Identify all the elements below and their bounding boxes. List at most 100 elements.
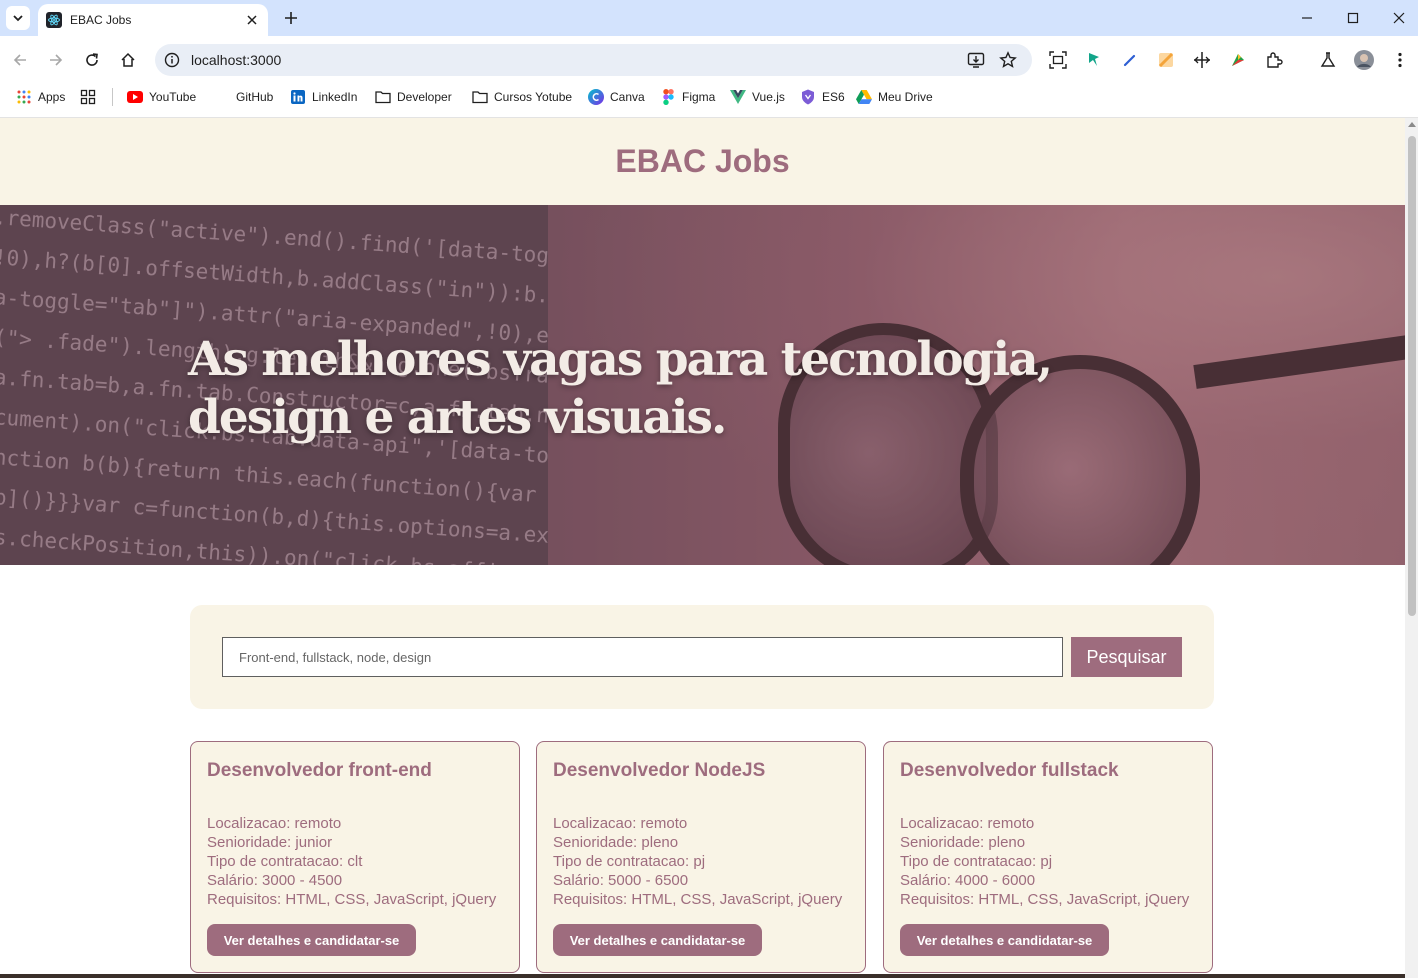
bookmark-canva[interactable]: Canva bbox=[588, 89, 645, 105]
tab-title: EBAC Jobs bbox=[70, 13, 132, 27]
job-requirements: Requisitos: HTML, CSS, JavaScript, jQuer… bbox=[207, 891, 497, 908]
job-contract-type: Tipo de contratacao: clt bbox=[207, 853, 363, 870]
tab-groups-icon bbox=[80, 89, 96, 105]
ruler-extension-icon[interactable] bbox=[1192, 50, 1212, 70]
search-input[interactable]: Front-end, fullstack, node, design bbox=[222, 637, 1063, 677]
search-panel: Front-end, fullstack, node, design Pesqu… bbox=[190, 605, 1214, 709]
job-card: Desenvolvedor fullstack Localizacao: rem… bbox=[883, 741, 1213, 973]
job-contract-type: Tipo de contratacao: pj bbox=[553, 853, 706, 870]
job-title: Desenvolvedor NodeJS bbox=[553, 760, 766, 781]
bookmark-youtube[interactable]: YouTube bbox=[127, 89, 196, 105]
menu-kebab-icon[interactable] bbox=[1390, 50, 1410, 70]
minimize-icon bbox=[1302, 17, 1312, 19]
address-bar[interactable] bbox=[155, 44, 1032, 76]
close-icon bbox=[1393, 12, 1405, 24]
new-tab-button[interactable] bbox=[280, 7, 302, 29]
bookmark-es6[interactable]: ES6 bbox=[800, 89, 845, 105]
bookmark-label: Apps bbox=[38, 90, 66, 104]
back-button[interactable] bbox=[8, 48, 32, 72]
bookmark-label: LinkedIn bbox=[312, 90, 358, 104]
apply-button[interactable]: Ver detalhes e candidatar-se bbox=[553, 924, 762, 956]
job-info: Localizacao: remoto Senioridade: pleno T… bbox=[900, 814, 1189, 909]
youtube-icon bbox=[127, 89, 143, 105]
apply-button[interactable]: Ver detalhes e candidatar-se bbox=[207, 924, 416, 956]
job-location: Localizacao: remoto bbox=[900, 815, 1035, 832]
bookmark-developer[interactable]: Developer bbox=[375, 89, 452, 105]
job-card: Desenvolvedor NodeJS Localizacao: remoto… bbox=[536, 741, 866, 973]
bookmark-label: GitHub bbox=[236, 90, 274, 104]
bookmark-label: ES6 bbox=[822, 90, 845, 104]
google-drive-icon bbox=[856, 89, 872, 105]
job-salary: Salário: 4000 - 6000 bbox=[900, 872, 1036, 889]
forward-button[interactable] bbox=[44, 48, 68, 72]
job-location: Localizacao: remoto bbox=[553, 815, 688, 832]
bookmark-vuejs[interactable]: Vue.js bbox=[730, 89, 785, 105]
home-button[interactable] bbox=[116, 48, 140, 72]
install-app-icon[interactable] bbox=[966, 50, 986, 70]
arrow-right-icon bbox=[50, 54, 63, 66]
job-title: Desenvolvedor front-end bbox=[207, 760, 432, 781]
bookmark-meu-drive[interactable]: Meu Drive bbox=[856, 89, 933, 105]
bookmark-star-icon[interactable] bbox=[998, 50, 1018, 70]
close-tab-icon[interactable] bbox=[244, 12, 260, 28]
bookmark-apps[interactable]: Apps bbox=[16, 89, 65, 105]
github-icon bbox=[214, 89, 230, 105]
scrollbar-thumb[interactable] bbox=[1408, 136, 1416, 616]
screenshot-extension-icon[interactable] bbox=[1048, 50, 1068, 70]
tab-search-button[interactable] bbox=[6, 6, 30, 30]
job-requirements: Requisitos: HTML, CSS, JavaScript, jQuer… bbox=[553, 891, 843, 908]
bookmark-figma[interactable]: Figma bbox=[660, 89, 715, 105]
profile-avatar[interactable] bbox=[1354, 50, 1374, 70]
job-requirements: Requisitos: HTML, CSS, JavaScript, jQuer… bbox=[900, 891, 1190, 908]
apply-button[interactable]: Ver detalhes e candidatar-se bbox=[900, 924, 1109, 956]
figma-icon bbox=[660, 89, 676, 105]
canva-icon bbox=[588, 89, 604, 105]
bookmark-label: Canva bbox=[610, 90, 645, 104]
bookmark-label: Vue.js bbox=[752, 90, 785, 104]
bookmark-tab-groups[interactable] bbox=[80, 89, 102, 105]
job-seniority: Senioridade: junior bbox=[207, 834, 333, 851]
scroll-up-arrow-icon[interactable] bbox=[1408, 122, 1416, 127]
bookmark-label: Meu Drive bbox=[878, 90, 933, 104]
maximize-icon bbox=[1347, 12, 1359, 24]
job-card: Desenvolvedor front-end Localizacao: rem… bbox=[190, 741, 520, 973]
taskbar-edge bbox=[0, 974, 1405, 978]
job-salary: Salário: 3000 - 4500 bbox=[207, 872, 343, 889]
bookmark-label: Developer bbox=[397, 90, 452, 104]
active-tab[interactable]: EBAC Jobs bbox=[38, 4, 268, 36]
bookmark-label: Figma bbox=[682, 90, 716, 104]
page-scrollbar[interactable] bbox=[1405, 118, 1418, 978]
bookmark-label: Cursos Yotube bbox=[494, 90, 573, 104]
bookmark-label: YouTube bbox=[149, 90, 197, 104]
reload-button[interactable] bbox=[80, 48, 104, 72]
job-location: Localizacao: remoto bbox=[207, 815, 342, 832]
close-window-button[interactable] bbox=[1387, 6, 1411, 30]
site-info-icon[interactable] bbox=[163, 51, 181, 69]
shield-icon bbox=[800, 89, 816, 105]
bookmark-linkedin[interactable]: LinkedIn bbox=[290, 89, 357, 105]
reload-icon bbox=[86, 53, 98, 66]
pen-extension-icon[interactable] bbox=[1084, 50, 1104, 70]
job-seniority: Senioridade: pleno bbox=[900, 834, 1026, 851]
apps-grid-icon bbox=[16, 89, 32, 105]
site-header: EBAC Jobs bbox=[0, 118, 1405, 205]
url-text[interactable]: localhost:3000 bbox=[191, 52, 281, 68]
job-info: Localizacao: remoto Senioridade: pleno T… bbox=[553, 814, 842, 909]
brush-extension-icon[interactable] bbox=[1120, 50, 1140, 70]
bookmark-cursos-yotube[interactable]: Cursos Yotube bbox=[472, 89, 572, 105]
search-button[interactable]: Pesquisar bbox=[1071, 637, 1182, 677]
maximize-button[interactable] bbox=[1341, 6, 1365, 30]
linkedin-icon bbox=[290, 89, 306, 105]
minimize-button[interactable] bbox=[1295, 6, 1319, 30]
job-salary: Salário: 5000 - 6500 bbox=[553, 872, 689, 889]
labs-flask-icon[interactable] bbox=[1318, 50, 1338, 70]
folder-icon bbox=[472, 89, 488, 105]
bookmark-github[interactable]: GitHub bbox=[214, 89, 273, 105]
extensions-puzzle-icon[interactable] bbox=[1264, 50, 1284, 70]
hero-banner: .removeClass("active").end().find('[data… bbox=[0, 205, 1405, 565]
arrow-left-icon bbox=[13, 54, 26, 66]
color-picker-extension-icon[interactable] bbox=[1156, 50, 1176, 70]
chevron-down-icon bbox=[13, 15, 23, 22]
job-title: Desenvolvedor fullstack bbox=[900, 760, 1119, 781]
colorful-extension-icon[interactable] bbox=[1228, 50, 1248, 70]
